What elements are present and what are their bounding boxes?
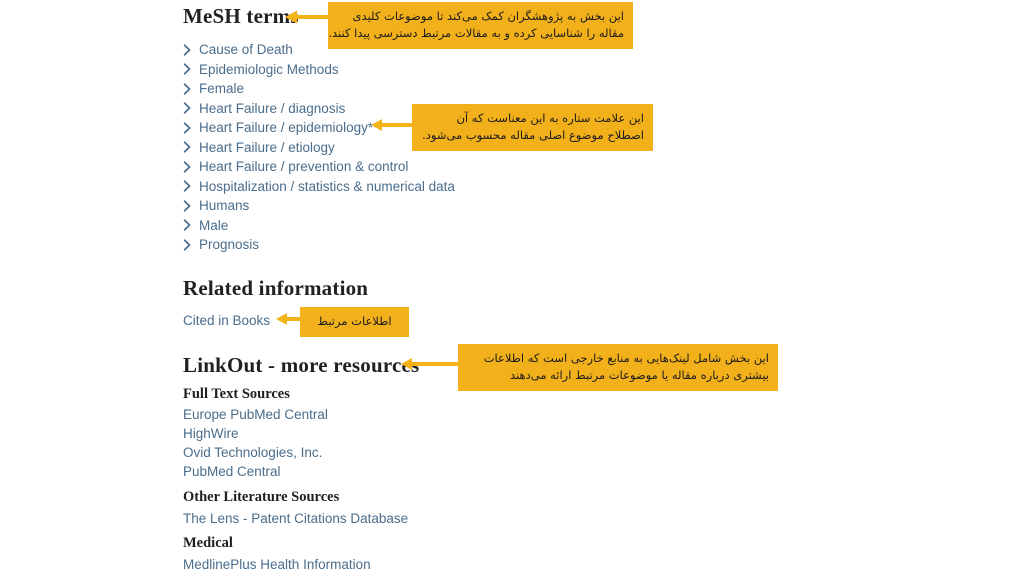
mesh-term-row[interactable]: Prognosis xyxy=(183,235,513,255)
mesh-term-label: Humans xyxy=(199,198,250,213)
mesh-term-label: Cause of Death xyxy=(199,42,293,57)
chevron-right-icon xyxy=(183,219,192,231)
annotation-box-linkout: این بخش شامل لینک‌هایی به منابع خارجی اس… xyxy=(458,344,778,391)
mesh-term-label: Heart Failure / etiology xyxy=(199,139,335,155)
mesh-term-row[interactable]: Humans xyxy=(183,196,513,216)
mesh-term-row[interactable]: Male xyxy=(183,216,513,236)
chevron-right-icon xyxy=(183,161,192,173)
annotation-line: این بخش به پژوهشگران کمک می‌کند تا موضوع… xyxy=(352,9,624,23)
mesh-term-label: Heart Failure / prevention & control xyxy=(199,159,409,174)
mesh-term-row[interactable]: Female xyxy=(183,79,513,99)
annotation-box-asterisk: این علامت ستاره به این معناست که آن اصطل… xyxy=(412,104,653,151)
linkout-link-medlineplus-health-information[interactable]: MedlinePlus Health Information xyxy=(183,555,371,575)
annotation-box-related-information: اطلاعات مرتبط xyxy=(300,307,409,337)
mesh-term-row[interactable]: Hospitalization / statistics & numerical… xyxy=(183,177,513,197)
chevron-right-icon xyxy=(183,141,192,153)
chevron-right-icon xyxy=(183,44,192,56)
annotation-line: این علامت ستاره به این معناست که آن xyxy=(456,111,644,125)
chevron-right-icon xyxy=(183,180,192,192)
linkout-link-europe-pubmed-central[interactable]: Europe PubMed Central xyxy=(183,405,328,425)
linkout-link-highwire[interactable]: HighWire xyxy=(183,424,239,444)
mesh-term-row[interactable]: Heart Failure / prevention & control xyxy=(183,157,513,177)
mesh-term-label: Epidemiologic Methods xyxy=(199,61,339,77)
mesh-term-label: Hospitalization / statistics & numerical… xyxy=(199,178,455,194)
chevron-right-icon xyxy=(183,63,192,75)
mesh-term-row[interactable]: Epidemiologic Methods xyxy=(183,60,513,80)
annotation-box-mesh-terms: این بخش به پژوهشگران کمک می‌کند تا موضوع… xyxy=(328,2,633,49)
annotation-line: بیشتری درباره مقاله یا موضوعات مرتبط ارا… xyxy=(510,368,769,382)
mesh-terms-heading: MeSH terms xyxy=(183,4,299,28)
linkout-link-ovid-technologies[interactable]: Ovid Technologies, Inc. xyxy=(183,443,322,463)
linkout-link-the-lens-patent-citations-database[interactable]: The Lens - Patent Citations Database xyxy=(183,509,408,529)
linkout-group-title-full-text-sources: Full Text Sources xyxy=(183,386,290,402)
chevron-right-icon xyxy=(183,83,192,95)
mesh-term-label: Heart Failure / diagnosis xyxy=(199,100,346,116)
annotation-line: این بخش شامل لینک‌هایی به منابع خارجی اس… xyxy=(483,351,769,365)
linkout-group-title-other-literature-sources: Other Literature Sources xyxy=(183,489,340,505)
chevron-right-icon xyxy=(183,102,192,114)
chevron-right-icon xyxy=(183,200,192,212)
mesh-term-label: Prognosis xyxy=(199,237,260,252)
annotation-line: اصطلاح موضوع اصلی مقاله محسوب می‌شود. xyxy=(422,128,644,142)
linkout-group-title-medical: Medical xyxy=(183,535,233,551)
mesh-term-label: Female xyxy=(199,81,245,96)
mesh-term-label: Male xyxy=(199,217,229,233)
chevron-right-icon xyxy=(183,239,192,251)
chevron-right-icon xyxy=(183,122,192,134)
related-information-heading: Related information xyxy=(183,276,369,300)
linkout-heading: LinkOut - more resources xyxy=(183,353,420,377)
related-link-cited-in-books[interactable]: Cited in Books xyxy=(183,311,270,331)
annotation-line: مقاله را شناسایی کرده و به مقالات مرتبط … xyxy=(328,26,624,40)
annotation-line: اطلاعات مرتبط xyxy=(317,314,392,328)
linkout-link-pubmed-central[interactable]: PubMed Central xyxy=(183,462,281,482)
mesh-term-label: Heart Failure / epidemiology* xyxy=(199,120,374,135)
